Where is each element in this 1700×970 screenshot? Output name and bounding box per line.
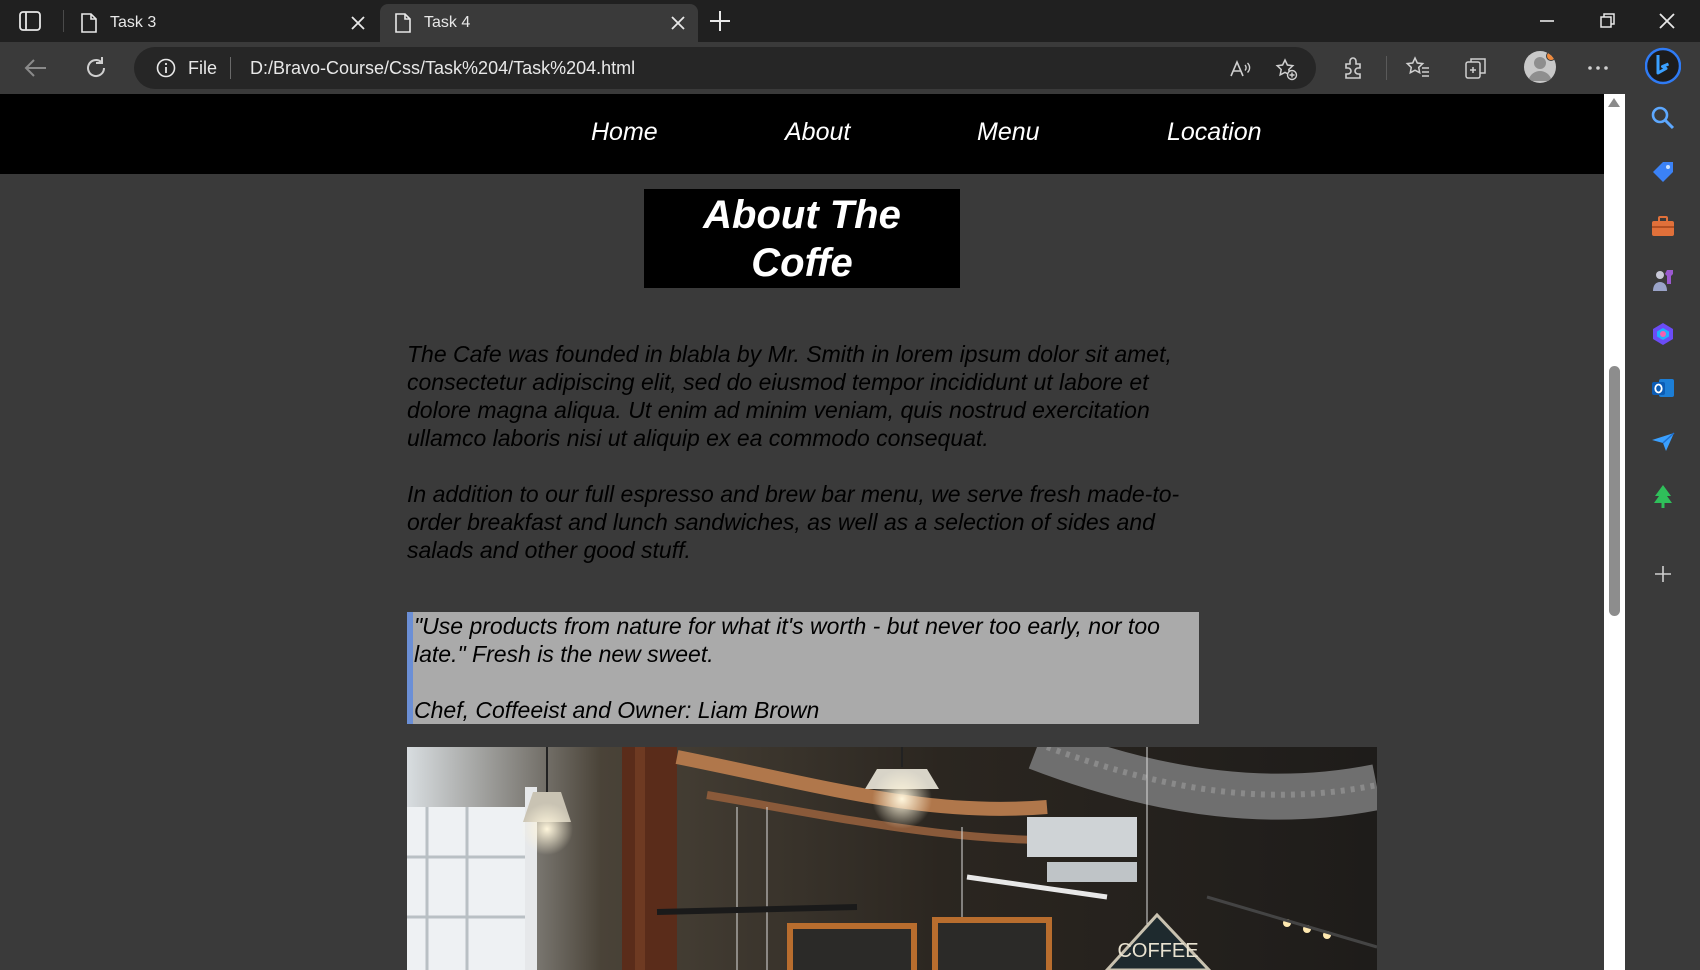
bing-copilot-icon[interactable] bbox=[1645, 46, 1681, 86]
nav-link-menu[interactable]: Menu bbox=[977, 118, 1040, 147]
more-options-icon[interactable] bbox=[1584, 54, 1612, 82]
page-scrollbar[interactable] bbox=[1604, 94, 1625, 970]
tab-strip: Task 3 Task 4 bbox=[0, 0, 1700, 42]
scroll-up-icon[interactable] bbox=[1608, 98, 1620, 107]
url-text[interactable]: D:/Bravo-Course/Css/Task%204/Task%204.ht… bbox=[250, 58, 635, 79]
cafe-photo-illustration: COFFEE bbox=[407, 747, 1377, 970]
tab-title: Task 4 bbox=[424, 14, 471, 31]
site-navbar: Home About Menu Location bbox=[0, 94, 1604, 174]
menu-paragraph: In addition to our full espresso and bre… bbox=[407, 481, 1180, 563]
close-icon[interactable] bbox=[348, 13, 368, 33]
document-icon bbox=[395, 13, 411, 33]
nav-link-home[interactable]: Home bbox=[591, 118, 658, 147]
read-aloud-icon[interactable] bbox=[1228, 57, 1252, 81]
tab-title: Task 3 bbox=[110, 14, 157, 31]
chef-quote: "Use products from nature for what it's … bbox=[407, 612, 1199, 724]
scrollbar-thumb[interactable] bbox=[1609, 366, 1620, 616]
minimize-icon[interactable] bbox=[1534, 8, 1560, 34]
outlook-icon[interactable] bbox=[1649, 374, 1677, 402]
search-icon[interactable] bbox=[1649, 104, 1677, 132]
page-title-box: About The Coffe bbox=[644, 189, 960, 288]
browser-toolbar: File D:/Bravo-Course/Css/Task%204/Task%2… bbox=[0, 42, 1700, 94]
cafe-interior-photo: COFFEE bbox=[407, 747, 1377, 970]
add-sidebar-app-icon[interactable] bbox=[1649, 560, 1677, 588]
favorites-icon[interactable] bbox=[1404, 54, 1432, 82]
scheme-label: File bbox=[188, 58, 218, 78]
edge-sidebar bbox=[1625, 42, 1700, 970]
tab-actions-icon[interactable] bbox=[18, 10, 44, 32]
nav-link-location[interactable]: Location bbox=[1167, 118, 1262, 147]
tab-strip-divider bbox=[63, 10, 64, 32]
quote-text: "Use products from nature for what it's … bbox=[414, 613, 1160, 667]
address-divider bbox=[230, 57, 231, 79]
page-title: About The Coffe bbox=[703, 192, 901, 285]
microsoft-365-icon[interactable] bbox=[1649, 320, 1677, 348]
games-icon[interactable] bbox=[1649, 266, 1677, 294]
info-icon[interactable] bbox=[156, 58, 176, 78]
tab-task-4[interactable]: Task 4 bbox=[380, 4, 698, 42]
back-icon[interactable] bbox=[22, 54, 50, 82]
coffee-sign-text: COFFEE bbox=[1117, 940, 1198, 962]
shopping-tag-icon[interactable] bbox=[1649, 158, 1677, 186]
profile-avatar[interactable] bbox=[1524, 51, 1556, 83]
tab-task-3[interactable]: Task 3 bbox=[66, 4, 378, 42]
quote-author: Chef, Coffeeist and Owner: Liam Brown bbox=[414, 697, 820, 723]
nav-link-about[interactable]: About bbox=[785, 118, 850, 147]
add-favorite-icon[interactable] bbox=[1274, 57, 1298, 81]
web-page: Home About Menu Location About The Coffe… bbox=[0, 94, 1604, 970]
toolbar-divider bbox=[1386, 56, 1387, 80]
close-icon[interactable] bbox=[668, 13, 688, 33]
refresh-icon[interactable] bbox=[82, 54, 110, 82]
document-icon bbox=[81, 13, 97, 33]
collections-icon[interactable] bbox=[1462, 54, 1490, 82]
new-tab-icon[interactable] bbox=[708, 9, 732, 33]
intro-paragraph: The Cafe was founded in blabla by Mr. Sm… bbox=[407, 341, 1172, 451]
tree-icon[interactable] bbox=[1649, 482, 1677, 510]
close-window-icon[interactable] bbox=[1654, 8, 1680, 34]
send-icon[interactable] bbox=[1649, 428, 1677, 456]
notification-badge bbox=[1546, 51, 1556, 61]
restore-icon[interactable] bbox=[1594, 8, 1620, 34]
address-bar[interactable]: File D:/Bravo-Course/Css/Task%204/Task%2… bbox=[134, 47, 1316, 89]
tools-briefcase-icon[interactable] bbox=[1649, 212, 1677, 240]
extensions-icon[interactable] bbox=[1340, 54, 1368, 82]
